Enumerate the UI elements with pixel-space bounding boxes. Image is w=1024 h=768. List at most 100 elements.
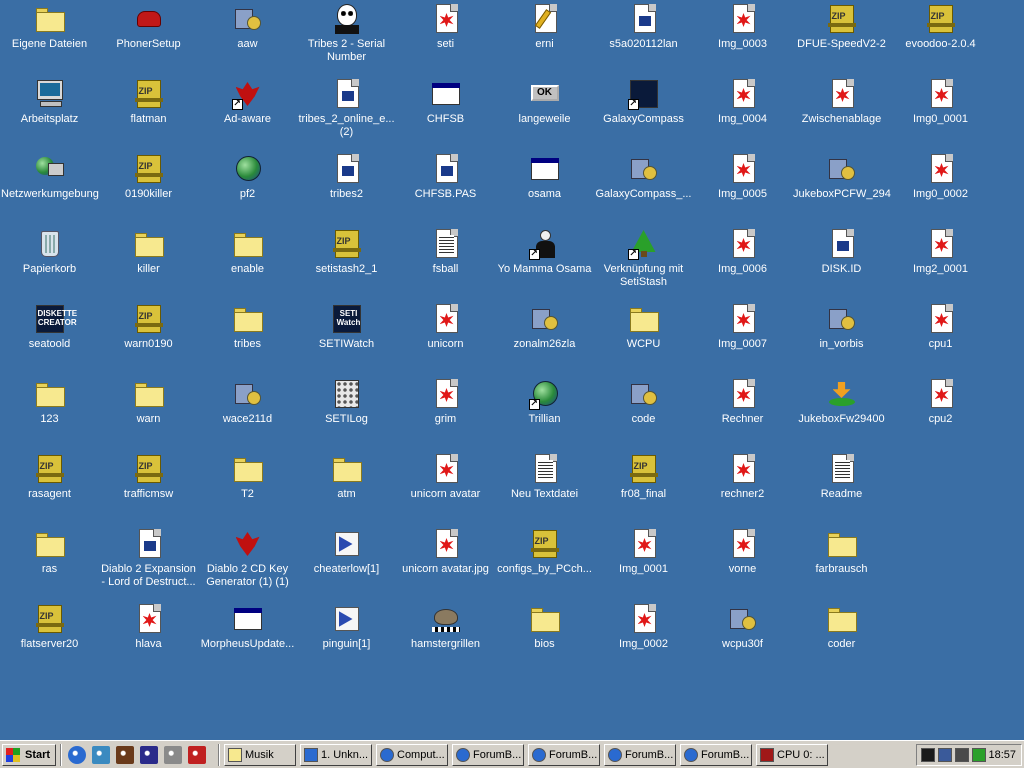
desktop-icon[interactable]: ZIP rasagent bbox=[0, 452, 99, 527]
task-button[interactable]: ForumB... bbox=[680, 744, 752, 766]
desktop-icon[interactable]: Img_0002 bbox=[594, 602, 693, 677]
desktop-icon[interactable]: Diablo 2 CD Key Generator (1) (1) bbox=[198, 527, 297, 602]
task-button[interactable]: Comput... bbox=[376, 744, 448, 766]
desktop-icon[interactable]: 123 bbox=[0, 377, 99, 452]
desktop-icon[interactable]: coder bbox=[792, 602, 891, 677]
desktop-icon[interactable]: hamstergrillen bbox=[396, 602, 495, 677]
desktop-icon[interactable]: DISKETTE CREATOR seatoold bbox=[0, 302, 99, 377]
desktop-icon[interactable]: pinguin[1] bbox=[297, 602, 396, 677]
desktop-icon[interactable]: Rechner bbox=[693, 377, 792, 452]
desktop-icon[interactable]: Netzwerkumgebung bbox=[0, 152, 99, 227]
desktop-icon[interactable]: aaw bbox=[198, 2, 297, 77]
desktop-icon[interactable]: ZIP trafficmsw bbox=[99, 452, 198, 527]
desktop-icon[interactable]: enable bbox=[198, 227, 297, 302]
desktop-icon[interactable]: ZIP 0190killer bbox=[99, 152, 198, 227]
desktop-icon[interactable] bbox=[92, 746, 110, 764]
desktop-icon[interactable]: PhonerSetup bbox=[99, 2, 198, 77]
desktop[interactable]: Eigene Dateien Arbeitsplatz Netzwerkumgebu… bbox=[0, 0, 1024, 740]
desktop-icon[interactable]: Img0_0002 bbox=[891, 152, 990, 227]
desktop-icon[interactable]: in_vorbis bbox=[792, 302, 891, 377]
desktop-icon[interactable]: ZIP warn0190 bbox=[99, 302, 198, 377]
desktop-icon[interactable]: JukeboxFw29400 bbox=[792, 377, 891, 452]
volume-icon[interactable] bbox=[955, 748, 969, 762]
desktop-icon[interactable]: tribes_2_online_e... (2) bbox=[297, 77, 396, 152]
desktop-icon[interactable]: grim bbox=[396, 377, 495, 452]
desktop-icon[interactable]: vorne bbox=[693, 527, 792, 602]
desktop-icon[interactable]: DISK.ID bbox=[792, 227, 891, 302]
desktop-icon[interactable]: wace211d bbox=[198, 377, 297, 452]
desktop-icon[interactable]: wcpu30f bbox=[693, 602, 792, 677]
desktop-icon[interactable]: Img_0007 bbox=[693, 302, 792, 377]
desktop-icon[interactable]: Papierkorb bbox=[0, 227, 99, 302]
task-button[interactable]: ForumB... bbox=[528, 744, 600, 766]
app-icon[interactable] bbox=[116, 746, 134, 764]
desktop-icon[interactable]: cpu1 bbox=[891, 302, 990, 377]
network-tray-icon[interactable] bbox=[938, 748, 952, 762]
desktop-icon[interactable]: unicorn bbox=[396, 302, 495, 377]
media-icon[interactable] bbox=[140, 746, 158, 764]
desktop-icon[interactable]: cheaterlow[1] bbox=[297, 527, 396, 602]
desktop-icon[interactable]: ZIP DFUE-SpeedV2-2 bbox=[792, 2, 891, 77]
desktop-icon[interactable]: osama bbox=[495, 152, 594, 227]
desktop-icon[interactable]: ↗ Verknüpfung mit SetiStash bbox=[594, 227, 693, 302]
cpu-meter-icon[interactable] bbox=[921, 748, 935, 762]
task-button[interactable]: Musik bbox=[224, 744, 296, 766]
desktop-icon[interactable]: Img_0005 bbox=[693, 152, 792, 227]
desktop-icon[interactable]: OK langeweile bbox=[495, 77, 594, 152]
desktop-icon[interactable]: GalaxyCompass_... bbox=[594, 152, 693, 227]
desktop-icon[interactable]: ZIP fr08_final bbox=[594, 452, 693, 527]
desktop-icon[interactable]: Diablo 2 Expansion - Lord of Destruct... bbox=[99, 527, 198, 602]
desktop-icon[interactable]: Img_0004 bbox=[693, 77, 792, 152]
desktop-icon[interactable]: atm bbox=[297, 452, 396, 527]
desktop-icon[interactable]: MorpheusUpdate... bbox=[198, 602, 297, 677]
clock[interactable]: 18:57 bbox=[988, 745, 1016, 765]
ie-icon[interactable] bbox=[68, 746, 86, 764]
desktop-icon[interactable]: ↗ Ad-aware bbox=[198, 77, 297, 152]
messenger-icon[interactable] bbox=[188, 746, 206, 764]
desktop-icon[interactable]: killer bbox=[99, 227, 198, 302]
desktop-icon[interactable]: zonalm26zla bbox=[495, 302, 594, 377]
desktop-icon[interactable]: CHFSB bbox=[396, 77, 495, 152]
task-button[interactable]: CPU 0: ... bbox=[756, 744, 828, 766]
desktop-icon[interactable]: SETILog bbox=[297, 377, 396, 452]
desktop-icon[interactable]: Img2_0001 bbox=[891, 227, 990, 302]
task-button[interactable]: 1. Unkn... bbox=[300, 744, 372, 766]
desktop-icon[interactable]: s5a020112lan bbox=[594, 2, 693, 77]
desktop-icon[interactable]: Eigene Dateien bbox=[0, 2, 99, 77]
desktop-icon[interactable]: rechner2 bbox=[693, 452, 792, 527]
desktop-icon[interactable]: Tribes 2 - Serial Number bbox=[297, 2, 396, 77]
desktop-icon[interactable]: ZIP flatman bbox=[99, 77, 198, 152]
desktop-icon[interactable]: Img_0001 bbox=[594, 527, 693, 602]
desktop-icon[interactable]: ZIP setistash2_1 bbox=[297, 227, 396, 302]
desktop-icon[interactable]: unicorn avatar bbox=[396, 452, 495, 527]
desktop-icon[interactable]: tribes2 bbox=[297, 152, 396, 227]
desktop-icon[interactable]: hlava bbox=[99, 602, 198, 677]
desktop-icon[interactable]: Readme bbox=[792, 452, 891, 527]
desktop-icon[interactable]: Img_0003 bbox=[693, 2, 792, 77]
desktop-icon[interactable]: ZIP configs_by_PCch... bbox=[495, 527, 594, 602]
desktop-icon[interactable]: pf2 bbox=[198, 152, 297, 227]
desktop-icon[interactable]: bios bbox=[495, 602, 594, 677]
desktop-icon[interactable]: erni bbox=[495, 2, 594, 77]
desktop-icon[interactable]: fsball bbox=[396, 227, 495, 302]
desktop-icon[interactable]: code bbox=[594, 377, 693, 452]
desktop-icon[interactable]: Img_0006 bbox=[693, 227, 792, 302]
desktop-icon[interactable]: farbrausch bbox=[792, 527, 891, 602]
desktop-icon[interactable]: ZIP evoodoo-2.0.4 bbox=[891, 2, 990, 77]
desktop-icon[interactable]: seti bbox=[396, 2, 495, 77]
desktop-icon[interactable]: ↗ GalaxyCompass bbox=[594, 77, 693, 152]
desktop-icon[interactable]: WCPU bbox=[594, 302, 693, 377]
desktop-icon[interactable]: unicorn avatar.jpg bbox=[396, 527, 495, 602]
start-button[interactable]: Start bbox=[2, 744, 56, 766]
task-button[interactable]: ForumB... bbox=[604, 744, 676, 766]
desktop-icon[interactable]: Neu Textdatei bbox=[495, 452, 594, 527]
desktop-icon[interactable]: cpu2 bbox=[891, 377, 990, 452]
desktop-icon[interactable]: ↗ Yo Mamma Osama bbox=[495, 227, 594, 302]
desktop-icon[interactable]: ras bbox=[0, 527, 99, 602]
desktop-icon[interactable]: CHFSB.PAS bbox=[396, 152, 495, 227]
setistash-tray-icon[interactable] bbox=[972, 748, 986, 762]
desktop-icon[interactable]: tribes bbox=[198, 302, 297, 377]
desktop-icon[interactable]: Zwischenablage bbox=[792, 77, 891, 152]
desktop-icon[interactable]: SETI Watch SETIWatch bbox=[297, 302, 396, 377]
desktop-icon[interactable]: Arbeitsplatz bbox=[0, 77, 99, 152]
